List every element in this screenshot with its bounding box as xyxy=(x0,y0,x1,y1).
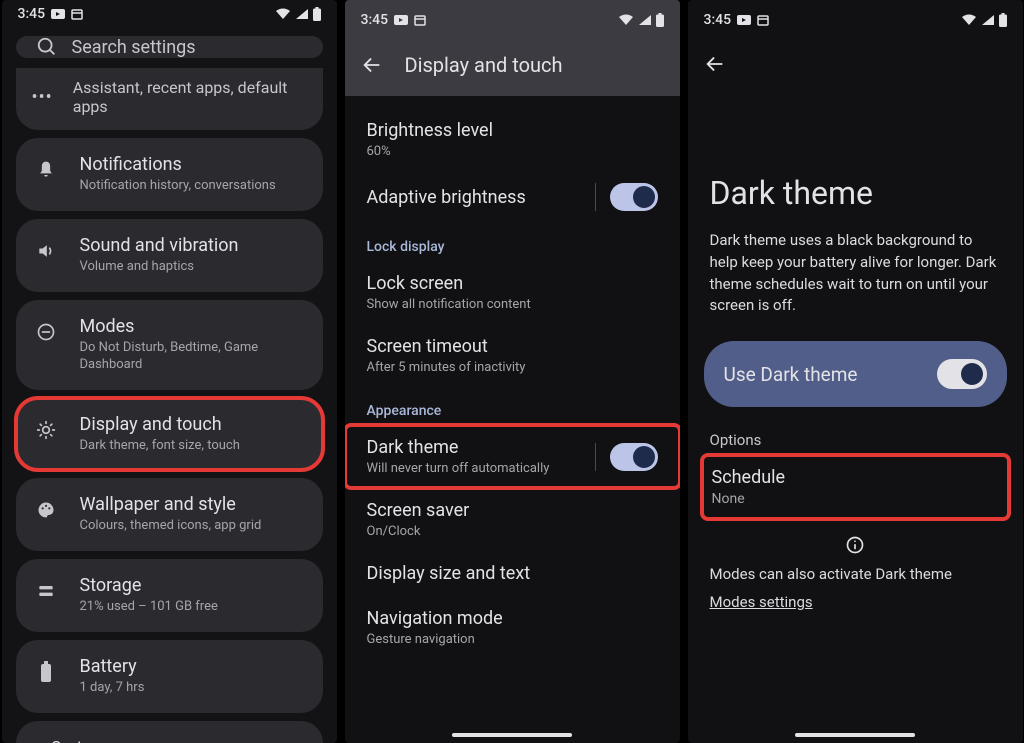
gesture-nav-bar[interactable] xyxy=(452,733,572,737)
dark-theme-switch[interactable] xyxy=(610,443,658,471)
item-adaptive-brightness[interactable]: Adaptive brightness xyxy=(345,171,680,223)
volume-icon xyxy=(32,237,60,265)
battery-icon xyxy=(656,13,664,27)
adaptive-brightness-switch[interactable] xyxy=(610,183,658,211)
settings-item-system-partial[interactable]: System xyxy=(16,721,323,743)
search-placeholder: Search settings xyxy=(72,37,196,58)
settings-item-battery[interactable]: Battery1 day, 7 hrs xyxy=(16,640,323,713)
brightness-icon xyxy=(32,416,60,444)
more-icon: ••• xyxy=(32,87,53,108)
item-display-size-text[interactable]: Display size and text xyxy=(345,551,680,596)
item-navigation-mode[interactable]: Navigation mode Gesture navigation xyxy=(345,596,680,659)
item-dark-theme[interactable]: Dark themeWill never turn off automatica… xyxy=(345,425,680,488)
item-screen-timeout[interactable]: Screen timeout After 5 minutes of inacti… xyxy=(345,324,680,387)
settings-item-storage[interactable]: Storage21% used – 101 GB free xyxy=(16,559,323,632)
palette-icon xyxy=(32,496,60,524)
item-brightness-level[interactable]: Brightness level 60% xyxy=(345,108,680,171)
screen-display-touch: 3:45 Display and touch Brightness level … xyxy=(345,0,680,743)
header-title: Display and touch xyxy=(405,53,563,77)
divider xyxy=(595,183,596,211)
calendar-icon xyxy=(71,8,83,20)
back-button[interactable] xyxy=(704,53,726,75)
battery-icon xyxy=(313,7,321,21)
bell-icon xyxy=(32,156,60,184)
use-dark-theme-label: Use Dark theme xyxy=(724,363,858,386)
settings-item-modes[interactable]: ModesDo Not Disturb, Bedtime, Game Dashb… xyxy=(16,300,323,390)
screen-settings-list: 3:45 Search settings ••• Assistant, rece… xyxy=(2,0,337,743)
signal-icon xyxy=(295,8,309,20)
item-screen-saver[interactable]: Screen saver On/Clock xyxy=(345,488,680,551)
status-bar: 3:45 xyxy=(688,0,1023,34)
modes-settings-link[interactable]: Modes settings xyxy=(710,593,1001,611)
section-lock-display: Lock display xyxy=(345,223,680,261)
back-button[interactable] xyxy=(361,54,383,76)
status-bar: 3:45 xyxy=(2,0,337,22)
signal-icon xyxy=(638,14,652,26)
status-time: 3:45 xyxy=(18,6,46,22)
youtube-icon xyxy=(737,15,751,25)
settings-item-wallpaper[interactable]: Wallpaper and styleColours, themed icons… xyxy=(16,478,323,551)
settings-item-sound[interactable]: Sound and vibrationVolume and haptics xyxy=(16,219,323,292)
options-label: Options xyxy=(688,427,1023,455)
use-dark-theme-row[interactable]: Use Dark theme xyxy=(704,341,1007,407)
item-schedule[interactable]: Schedule None xyxy=(702,455,1009,519)
info-icon xyxy=(710,535,1001,555)
screen-dark-theme: 3:45 Dark theme Dark theme uses a black … xyxy=(688,0,1023,743)
wifi-icon xyxy=(275,8,291,20)
settings-item-apps-partial[interactable]: ••• Assistant, recent apps, default apps xyxy=(16,68,323,130)
battery-vert-icon xyxy=(32,658,60,686)
header: Display and touch xyxy=(345,34,680,96)
page-title: Dark theme xyxy=(688,94,1023,230)
wifi-icon xyxy=(618,14,634,26)
storage-icon xyxy=(32,577,60,605)
battery-icon xyxy=(999,13,1007,27)
settings-item-display[interactable]: Display and touchDark theme, font size, … xyxy=(16,398,323,471)
youtube-icon xyxy=(394,15,408,25)
use-dark-theme-switch[interactable] xyxy=(937,359,987,389)
wifi-icon xyxy=(961,14,977,26)
page-description: Dark theme uses a black background to he… xyxy=(688,230,1023,337)
calendar-icon xyxy=(414,14,426,26)
signal-icon xyxy=(981,14,995,26)
info-text: Modes can also activate Dark theme xyxy=(710,565,1001,583)
section-appearance: Appearance xyxy=(345,387,680,425)
item-lock-screen[interactable]: Lock screen Show all notification conten… xyxy=(345,261,680,324)
dnd-icon xyxy=(32,318,60,346)
status-bar: 3:45 xyxy=(345,0,680,34)
search-settings[interactable]: Search settings xyxy=(16,36,323,58)
search-icon xyxy=(36,36,58,58)
youtube-icon xyxy=(51,9,65,19)
gesture-nav-bar[interactable] xyxy=(795,733,915,737)
status-time: 3:45 xyxy=(361,12,389,28)
calendar-icon xyxy=(757,14,769,26)
status-time: 3:45 xyxy=(704,12,732,28)
divider xyxy=(595,443,596,471)
settings-item-notifications[interactable]: NotificationsNotification history, conve… xyxy=(16,138,323,211)
